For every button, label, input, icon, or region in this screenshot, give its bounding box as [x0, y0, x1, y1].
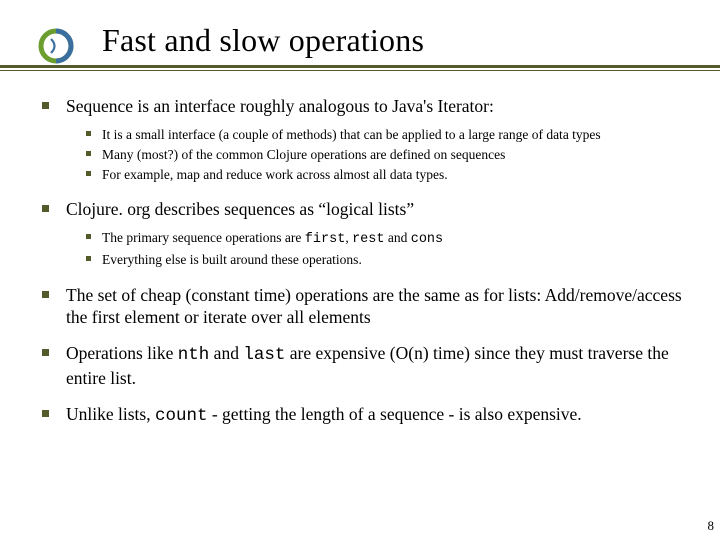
sub-bullet-item: For example, map and reduce work across … — [66, 165, 690, 185]
bullet-item: Sequence is an interface roughly analogo… — [38, 95, 690, 184]
divider-thick — [0, 65, 720, 68]
clojure-logo-icon — [38, 28, 74, 64]
sub-bullet-list: The primary sequence operations are firs… — [66, 228, 690, 269]
bullet-text: Operations like nth and last are expensi… — [66, 343, 669, 387]
bullet-text: Unlike lists, count - getting the length… — [66, 404, 582, 424]
divider-thin — [0, 70, 720, 71]
page-number: 8 — [708, 518, 715, 534]
bullet-text: Sequence is an interface roughly analogo… — [66, 96, 494, 116]
slide-header: Fast and slow operations — [0, 0, 720, 71]
bullet-text: The set of cheap (constant time) operati… — [66, 285, 682, 327]
sub-bullet-list: It is a small interface (a couple of met… — [66, 125, 690, 184]
sub-bullet-item: Many (most?) of the common Clojure opera… — [66, 145, 690, 165]
bullet-text: Clojure. org describes sequences as “log… — [66, 199, 414, 219]
sub-bullet-item: It is a small interface (a couple of met… — [66, 125, 690, 145]
bullet-item: Operations like nth and last are expensi… — [38, 342, 690, 389]
slide-title: Fast and slow operations — [102, 22, 720, 59]
bullet-item: The set of cheap (constant time) operati… — [38, 284, 690, 329]
bullet-item: Clojure. org describes sequences as “log… — [38, 198, 690, 270]
sub-bullet-item: Everything else is built around these op… — [66, 250, 690, 270]
bullet-list: Sequence is an interface roughly analogo… — [38, 95, 690, 428]
sub-bullet-item: The primary sequence operations are firs… — [66, 228, 690, 250]
bullet-item: Unlike lists, count - getting the length… — [38, 403, 690, 427]
slide-content: Sequence is an interface roughly analogo… — [0, 71, 720, 428]
